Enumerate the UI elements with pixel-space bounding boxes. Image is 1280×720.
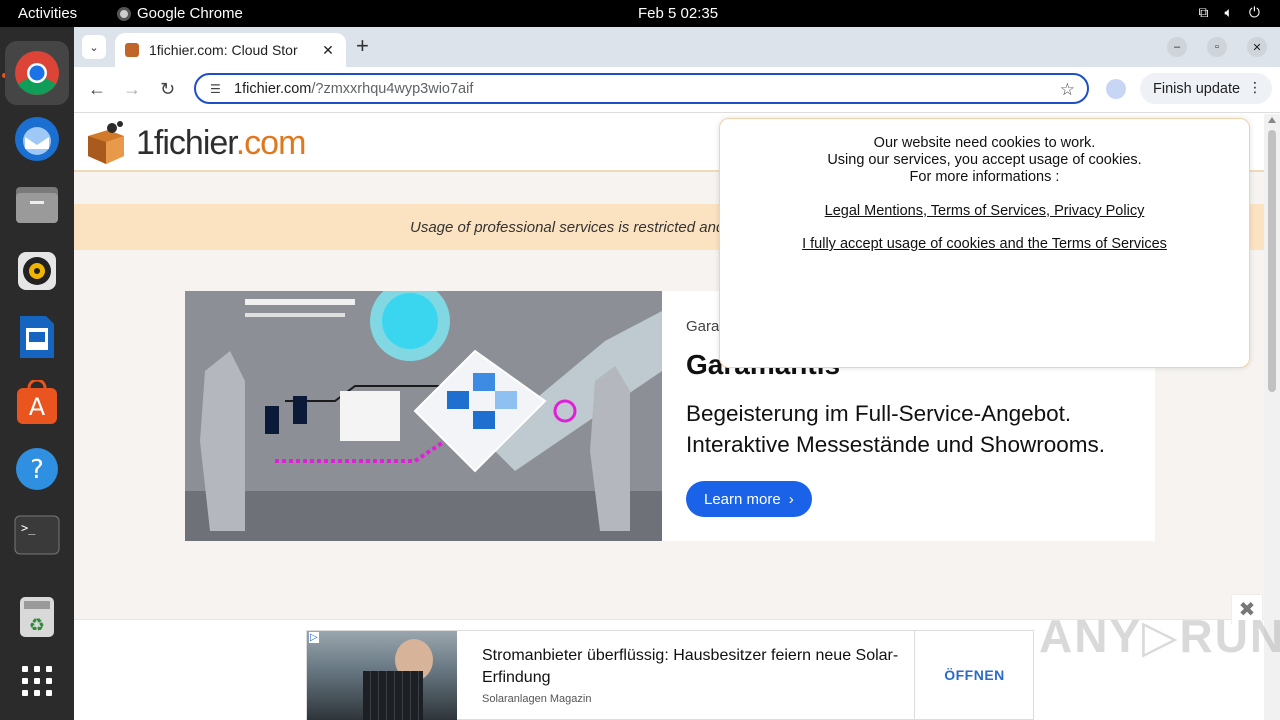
kebab-menu-icon[interactable]: ⋮	[1248, 79, 1262, 96]
ad-image: ▷	[307, 631, 457, 720]
maximize-button[interactable]: ▫	[1207, 37, 1227, 57]
system-tray[interactable]: ⧉ 🔈︎ ⏻	[1199, 4, 1260, 21]
thunderbird-icon	[15, 117, 59, 161]
reload-button[interactable]: ↻	[160, 79, 175, 100]
scroll-up-arrow-icon[interactable]	[1268, 117, 1276, 123]
chrome-icon	[117, 6, 131, 21]
cookie-consent-popup: Our website need cookies to work. Using …	[719, 118, 1250, 368]
accept-cookies-link[interactable]: I fully accept usage of cookies and the …	[802, 236, 1167, 252]
dock-trash[interactable]: ♻	[5, 585, 69, 649]
browser-toolbar: ← → ↻ ☰ 1fichier.com/?zmxxrhqu4wyp3wio7a…	[74, 67, 1280, 113]
ad-card[interactable]: ▷ Stromanbieter überflüssig: Hausbesitze…	[306, 630, 1034, 720]
banner-brand-small: Gara	[686, 318, 720, 335]
learn-more-label: Learn more	[704, 490, 781, 508]
rhythmbox-icon	[18, 252, 56, 290]
finish-update-label: Finish update	[1153, 80, 1241, 97]
minimize-button[interactable]: –	[1167, 37, 1187, 57]
tab-strip: ⌄ 1fichier.com: Cloud Stor ✕ + – ▫ ✕	[74, 27, 1280, 67]
tab-search-button[interactable]: ⌄	[82, 35, 106, 59]
new-tab-button[interactable]: +	[356, 35, 369, 57]
show-applications-button[interactable]	[5, 649, 69, 713]
svg-text:>_: >_	[21, 521, 36, 535]
forward-button[interactable]: →	[123, 79, 141, 100]
banner-desc-line1: Begeisterung im Full-Service-Angebot.	[686, 401, 1072, 426]
bookmark-star-icon[interactable]: ☆	[1060, 80, 1075, 100]
close-tab-icon[interactable]: ✕	[320, 42, 336, 59]
svg-text:A: A	[29, 393, 46, 421]
volume-icon: 🔈︎	[1224, 4, 1233, 20]
svg-text:♻: ♻	[29, 615, 45, 636]
terminal-icon: >_	[14, 515, 60, 555]
app-name: Google Chrome	[137, 5, 243, 22]
chrome-icon	[15, 51, 59, 95]
chevron-right-icon: ›	[788, 490, 794, 508]
profile-avatar[interactable]	[1106, 79, 1126, 99]
writer-icon	[20, 316, 54, 358]
tab-active[interactable]: 1fichier.com: Cloud Stor ✕	[115, 33, 346, 67]
logo-box-icon	[88, 121, 124, 164]
cookie-text-line1: Our website need cookies to work.	[873, 135, 1096, 151]
banner-description: Begeisterung im Full-Service-Angebot. In…	[686, 398, 1146, 460]
watermark-logo: ANY▷RUN	[1039, 610, 1280, 662]
notice-text: Usage of professional services is restri…	[410, 218, 725, 236]
logo-text-domain: .com	[235, 124, 307, 162]
url-host: 1fichier.com	[234, 80, 312, 97]
back-button[interactable]: ←	[88, 79, 106, 100]
cookie-text-line3: For more informations :	[909, 169, 1060, 185]
clock[interactable]: Feb 5 02:35	[638, 5, 718, 22]
software-store-icon: A	[17, 380, 57, 424]
trash-icon: ♻	[20, 597, 54, 637]
dock-chrome[interactable]	[5, 41, 69, 105]
dock-software[interactable]: A	[5, 371, 69, 435]
finish-update-button[interactable]: Finish update ⋮	[1140, 73, 1272, 104]
ad-choices-icon[interactable]: ▷	[309, 632, 319, 643]
chevron-down-icon: ⌄	[89, 41, 99, 54]
logo-text-main: 1fichier	[136, 124, 237, 162]
banner-image	[185, 291, 662, 541]
ad-source: Solaranlagen Magazin	[482, 693, 592, 705]
scrollbar-thumb[interactable]	[1268, 130, 1276, 392]
site-logo[interactable]: 1fichier.com	[136, 124, 307, 163]
svg-text:?: ?	[30, 455, 44, 485]
url-path: /?zmxxrhqu4wyp3wio7aif	[311, 80, 474, 97]
dock-files[interactable]	[5, 173, 69, 237]
ad-open-button[interactable]: ÖFFNEN	[914, 631, 1034, 719]
activities-button[interactable]: Activities	[18, 5, 77, 22]
power-icon: ⏻	[1248, 4, 1260, 20]
dock: A ? >_ ♻	[0, 27, 74, 720]
help-icon: ?	[16, 448, 58, 490]
favicon-icon	[125, 43, 139, 57]
address-bar[interactable]: ☰ 1fichier.com/?zmxxrhqu4wyp3wio7aif ☆	[194, 73, 1089, 104]
cookie-text-line2: Using our services, you accept usage of …	[827, 152, 1142, 168]
browser-window: ⌄ 1fichier.com: Cloud Stor ✕ + – ▫ ✕ ← →…	[74, 27, 1280, 720]
learn-more-button[interactable]: Learn more ›	[686, 481, 812, 517]
system-top-bar: Activities Google Chrome Feb 5 02:35 ⧉ 🔈…	[0, 0, 1280, 27]
network-icon: ⧉	[1198, 4, 1209, 20]
files-icon	[16, 187, 58, 223]
ad-solar-panel-image	[363, 671, 423, 720]
dock-writer[interactable]	[5, 305, 69, 369]
dock-help[interactable]: ?	[5, 437, 69, 501]
app-menu[interactable]: Google Chrome	[117, 5, 243, 22]
dock-rhythmbox[interactable]	[5, 239, 69, 303]
banner-desc-line2: Interaktive Messestände und Showrooms.	[686, 432, 1105, 457]
dock-thunderbird[interactable]	[5, 107, 69, 171]
app-grid-icon	[22, 666, 52, 696]
legal-mentions-link[interactable]: Legal Mentions, Terms of Services, Priva…	[825, 203, 1145, 219]
site-info-icon[interactable]: ☰	[210, 82, 226, 96]
close-window-button[interactable]: ✕	[1247, 37, 1267, 57]
tab-title: 1fichier.com: Cloud Stor	[149, 42, 298, 58]
web-page: 1fichier.com Usage of professional servi…	[74, 114, 1280, 720]
dock-terminal[interactable]: >_	[5, 503, 69, 567]
ad-headline[interactable]: Stromanbieter überflüssig: Hausbesitzer …	[482, 645, 902, 689]
